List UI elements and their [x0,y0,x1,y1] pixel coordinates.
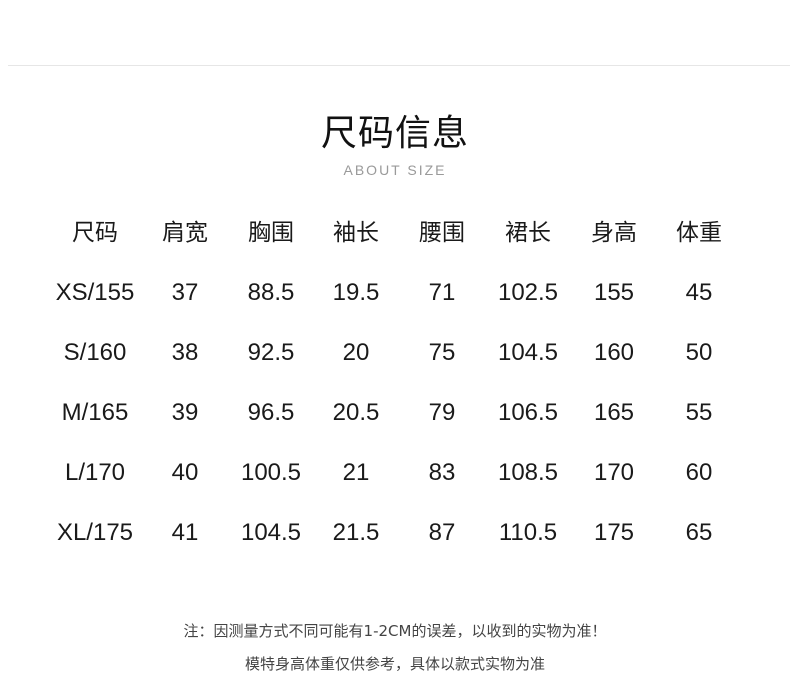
weight-cell: 50 [685,339,713,366]
table-row: L/170 40 100.5 21 83 108.5 170 60 [52,451,742,495]
weight-cell: 65 [685,519,713,546]
waist-cell: 83 [428,459,456,486]
waist-cell: 71 [428,279,456,306]
header-skirt-length: 裙长 [505,220,551,246]
height-cell: 175 [593,519,635,546]
size-cell: L/170 [64,459,126,486]
header-bust: 胸围 [248,220,294,246]
sleeve-cell: 21 [342,459,370,486]
measurement-note: 注：因测量方式不同可能有1-2CM的误差，以收到的实物为准！ [183,622,607,640]
weight-cell: 60 [685,459,713,486]
height-cell: 155 [593,279,635,306]
header-height: 身高 [591,220,637,246]
skirt-length-cell: 106.5 [497,399,559,426]
header-waist: 腰围 [419,220,465,246]
bust-cell: 104.5 [240,519,302,546]
table-row: M/165 39 96.5 20.5 79 106.5 165 55 [52,391,742,435]
size-cell: M/165 [61,399,129,426]
sleeve-cell: 20 [342,339,370,366]
bust-cell: 100.5 [240,459,302,486]
sleeve-cell: 21.5 [332,519,380,546]
shoulder-cell: 41 [171,519,199,546]
weight-cell: 45 [685,279,713,306]
header-shoulder: 肩宽 [162,220,208,246]
height-cell: 165 [593,399,635,426]
top-divider [8,65,790,66]
size-cell: S/160 [63,339,127,366]
page-title: 尺码信息 [320,113,469,154]
shoulder-cell: 38 [171,339,199,366]
waist-cell: 75 [428,339,456,366]
skirt-length-cell: 102.5 [497,279,559,306]
height-cell: 170 [593,459,635,486]
bust-cell: 92.5 [247,339,295,366]
shoulder-cell: 39 [171,399,199,426]
table-row: S/160 38 92.5 20 75 104.5 160 50 [52,331,742,375]
waist-cell: 79 [428,399,456,426]
size-cell: XL/175 [56,519,134,546]
table-row: XS/155 37 88.5 19.5 71 102.5 155 45 [52,271,742,315]
header-weight: 体重 [676,220,722,246]
model-reference-note: 模特身高体重仅供参考，具体以款式实物为准 [244,655,545,673]
weight-cell: 55 [685,399,713,426]
sleeve-cell: 20.5 [332,399,380,426]
bust-cell: 96.5 [247,399,295,426]
sleeve-cell: 19.5 [332,279,380,306]
shoulder-cell: 40 [171,459,199,486]
header-sleeve: 袖长 [333,220,379,246]
height-cell: 160 [593,339,635,366]
size-table: 尺码 肩宽 胸围 袖长 腰围 裙长 身高 体重 XS/155 37 88.5 1… [52,211,742,551]
header-size: 尺码 [72,220,118,246]
page-subtitle: ABOUT SIZE [343,162,447,178]
table-header-row: 尺码 肩宽 胸围 袖长 腰围 裙长 身高 体重 [52,211,742,255]
bust-cell: 88.5 [247,279,295,306]
shoulder-cell: 37 [171,279,199,306]
table-row: XL/175 41 104.5 21.5 87 110.5 175 65 [52,511,742,555]
skirt-length-cell: 108.5 [497,459,559,486]
waist-cell: 87 [428,519,456,546]
size-cell: XS/155 [55,279,135,306]
skirt-length-cell: 104.5 [497,339,559,366]
skirt-length-cell: 110.5 [498,519,558,546]
